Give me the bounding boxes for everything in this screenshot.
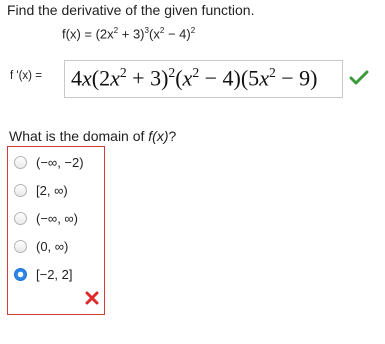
domain-option-label: (−∞, −2) — [36, 154, 84, 170]
derivative-label: f '(x) = — [10, 70, 42, 82]
domain-option-3[interactable]: (−∞, ∞) — [14, 209, 78, 227]
radio-button[interactable] — [14, 239, 27, 253]
derivative-answer-value: 4x(2x2 + 3)2(x2 − 4)(5x2 − 9) — [71, 65, 318, 91]
incorrect-x-icon — [85, 291, 99, 305]
radio-button[interactable] — [14, 183, 27, 197]
derivative-answer-field[interactable]: 4x(2x2 + 3)2(x2 − 4)(5x2 − 9) — [64, 60, 343, 98]
check-icon — [349, 70, 369, 85]
radio-button[interactable] — [14, 211, 27, 225]
domain-option-label: [2, ∞) — [36, 182, 68, 198]
domain-option-label: [−2, 2] — [36, 266, 73, 282]
radio-button[interactable] — [14, 155, 27, 169]
question-prompt: Find the derivative of the given functio… — [7, 2, 255, 18]
domain-option-label: (0, ∞) — [36, 238, 69, 254]
domain-option-4[interactable]: (0, ∞) — [14, 237, 68, 255]
domain-option-5[interactable]: [−2, 2] — [14, 265, 73, 283]
radio-button-selected[interactable] — [14, 267, 27, 281]
domain-question: What is the domain of f(x)? — [9, 128, 177, 144]
domain-option-label: (−∞, ∞) — [36, 210, 79, 226]
domain-options-group: (−∞, −2) [2, ∞) (−∞, ∞) (0, ∞) [−2, 2] — [7, 146, 105, 315]
domain-option-1[interactable]: (−∞, −2) — [14, 153, 84, 171]
domain-option-2[interactable]: [2, ∞) — [14, 181, 68, 199]
function-definition: f(x) = (2x2 + 3)3(x2 − 4)2 — [62, 26, 196, 42]
